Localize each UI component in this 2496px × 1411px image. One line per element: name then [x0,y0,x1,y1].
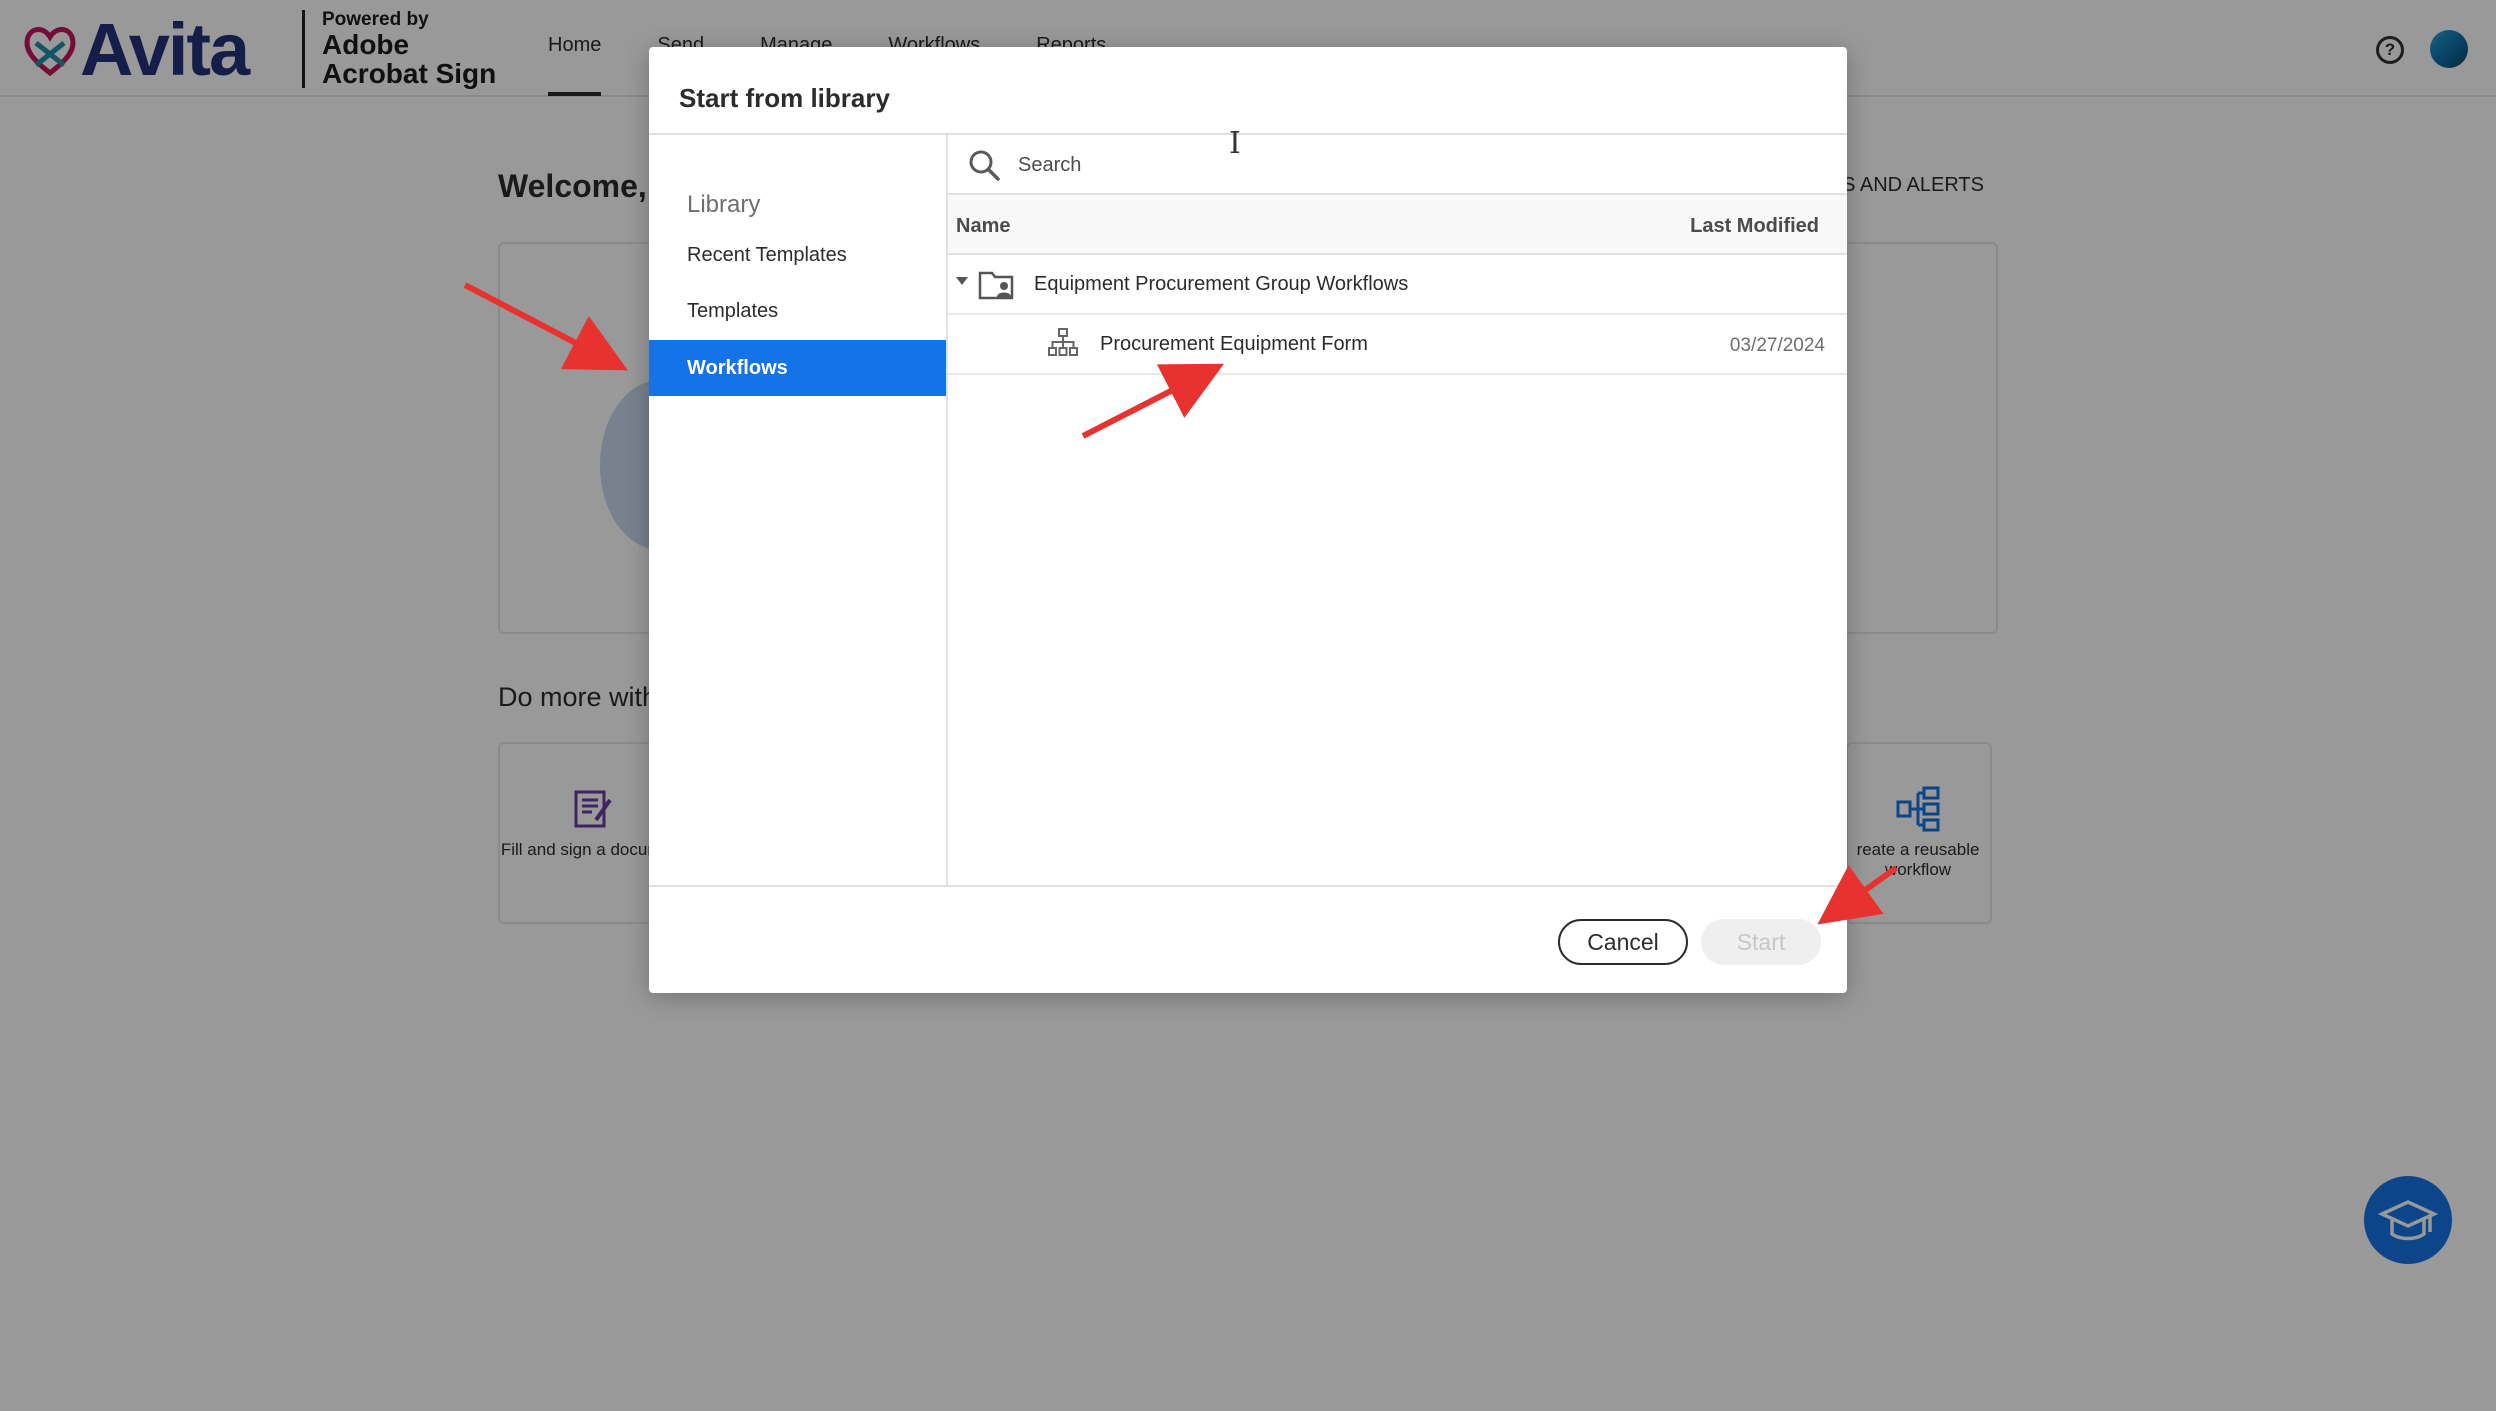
sidebar-item-templates[interactable]: Templates [649,283,946,339]
start-from-library-dialog: Start from library I Library Recent Temp… [649,47,1847,993]
workflow-hierarchy-icon [1048,328,1078,356]
table-row-workflow[interactable]: Procurement Equipment Form 03/27/2024 [948,315,1847,375]
column-name[interactable]: Name [956,215,1010,238]
search-bar [948,135,1847,195]
library-heading: Library [687,191,761,218]
folder-shared-icon [978,271,1014,300]
dialog-header: Start from library I [649,47,1847,159]
table-row-folder[interactable]: Equipment Procurement Group Workflows [948,255,1847,315]
library-content-panel: Name Last Modified Equipment Procurement… [948,135,1847,885]
search-input[interactable] [1018,145,1798,185]
workflow-last-modified: 03/27/2024 [1729,335,1825,356]
cancel-button[interactable]: Cancel [1558,919,1688,965]
sidebar-item-recent-templates[interactable]: Recent Templates [649,227,946,283]
sidebar-item-workflows[interactable]: Workflows [649,340,946,396]
library-sidebar: Library Recent Templates Templates Workf… [649,135,948,885]
workflow-name: Procurement Equipment Form [1100,333,1368,355]
dialog-title: Start from library [679,83,890,113]
folder-name: Equipment Procurement Group Workflows [1034,273,1409,295]
column-last-modified[interactable]: Last Modified [1690,215,1819,238]
start-button[interactable]: Start [1701,919,1821,965]
table-header: Name Last Modified [948,195,1847,255]
dialog-footer: Cancel Start [649,885,1847,993]
search-icon [969,150,1000,181]
caret-down-icon[interactable] [956,277,968,285]
